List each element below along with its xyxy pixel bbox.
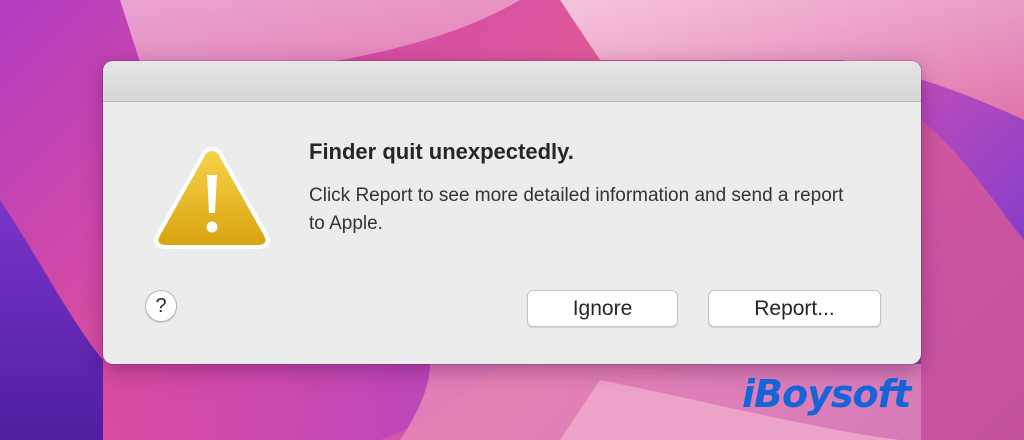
warning-triangle-icon: [153, 145, 271, 251]
ignore-button[interactable]: Ignore: [527, 290, 678, 327]
dialog-titlebar: [103, 61, 921, 102]
alert-dialog: Finder quit unexpectedly. Click Report t…: [103, 61, 921, 364]
dialog-message: Click Report to see more detailed inform…: [309, 185, 844, 234]
dialog-title: Finder quit unexpectedly.: [309, 139, 574, 164]
report-button[interactable]: Report...: [708, 290, 881, 327]
iboysoft-watermark: iBoysoft: [742, 372, 911, 416]
help-button[interactable]: ?: [145, 290, 177, 322]
